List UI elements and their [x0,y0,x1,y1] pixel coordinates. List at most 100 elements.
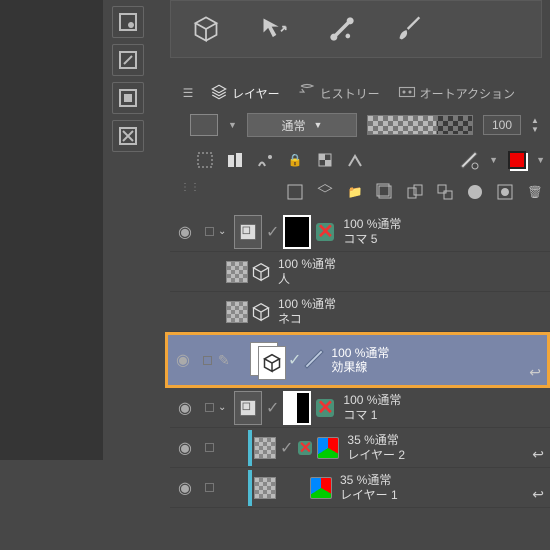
tab-autoaction-label: オートアクション [420,85,515,102]
layer-row-selected[interactable]: ◉ ✎ ✓ 100 %通常 効果線 ↩ [165,332,550,388]
layer-row[interactable]: 100 %通常 ネコ [170,292,550,332]
lock-checkbox[interactable] [205,227,214,236]
layer-thumb [226,301,248,323]
rgb-thumb-icon [317,437,339,459]
check-icon: ✓ [278,438,295,458]
layer-row[interactable]: 100 %通常 人 [170,252,550,292]
layer-opacity-mode: 35 %通常 [340,473,398,487]
cube-icon [250,301,272,323]
visibility-toggle[interactable]: ◉ [170,222,200,242]
ruler-icon[interactable] [459,150,479,170]
lock-checkbox[interactable] [203,356,212,365]
disabled-x-icon: ✕ [313,396,337,420]
new-raster-icon[interactable] [285,182,305,202]
apply-mask-icon[interactable] [495,182,515,202]
tab-history[interactable]: ヒストリー [292,81,386,106]
visibility-toggle[interactable]: ◉ [168,350,198,370]
panel-icon-2[interactable] [112,44,144,76]
opacity-value[interactable]: 100 [483,115,521,135]
row-handle[interactable]: ⋮⋮ [180,182,192,202]
lock-checkbox[interactable] [205,403,214,412]
trash-icon[interactable]: 🗑 [525,182,545,202]
ruler-layer-icon [303,348,325,373]
layer-opacity-mode: 100 %通常 [278,257,336,271]
opacity-slider[interactable] [367,115,473,135]
mask-thumb [283,215,311,249]
reference-icon[interactable] [255,150,275,170]
lock-trans-icon[interactable] [315,150,335,170]
bone-tool-icon[interactable] [323,14,361,44]
visibility-toggle[interactable]: ◉ [170,398,200,418]
panel-icon-4[interactable] [112,120,144,152]
layer-opacity-mode: 100 %通常 [278,297,336,311]
lock-icon[interactable]: 🔒 [285,150,305,170]
layer-thumb [254,437,276,459]
panel-icon-1[interactable] [112,6,144,38]
tab-history-label: ヒストリー [320,85,380,102]
canvas-area [0,0,103,460]
layer-opacity-mode: 100 %通常 [343,217,401,231]
panel-menu-icon[interactable]: ☰ [178,83,198,103]
layer-name: 人 [278,272,336,286]
cube-tool-icon[interactable] [187,14,225,44]
side-icon-column [112,0,152,158]
layer-row-folder[interactable]: ◉ ⌄ ✓ ✕ 100 %通常 コマ 5 [170,212,550,252]
chevron-down-icon[interactable]: ▼ [228,120,237,130]
lock-checkbox[interactable] [205,483,214,492]
folder-thumb [234,215,262,249]
layer-color-swatch[interactable] [508,151,526,169]
opacity-stepper[interactable]: ▲▼ [531,115,545,135]
autoaction-icon [398,83,416,104]
ruler-return-icon[interactable]: ↩ [532,446,544,463]
check-icon: ✓ [286,350,303,370]
tab-layer[interactable]: レイヤー [204,81,286,106]
tab-autoaction[interactable]: オートアクション [392,81,521,106]
expand-toggle[interactable]: ⌄ [218,226,232,237]
layer-name: コマ 1 [343,408,401,422]
merge-icon[interactable] [435,182,455,202]
rgb-thumb-icon [310,477,332,499]
draft-pencil-icon: ✎ [218,352,234,369]
panel-tabs: ☰ レイヤー ヒストリー オートアクション [178,80,550,106]
disabled-x-icon: ✕ [313,220,337,244]
layer-opacity-mode: 100 %通常 [331,346,389,360]
move-arrow-icon[interactable] [255,14,293,44]
layer-name: レイヤー 2 [347,448,405,462]
layer-name: レイヤー 1 [340,488,398,502]
transfer-icon[interactable] [405,182,425,202]
layer-row-folder[interactable]: ◉ ⌄ ✓ ✕ 100 %通常 コマ 1 [170,388,550,428]
blend-mode-select[interactable]: 通常 ▼ [247,113,357,137]
visibility-toggle[interactable]: ◉ [170,438,200,458]
chevron-down-icon[interactable]: ▼ [536,155,545,165]
disabled-x-icon: ✕ [295,438,315,458]
lock-px-icon[interactable] [345,150,365,170]
layer-color-bar [248,430,252,466]
new-folder-icon[interactable]: 📁 [345,182,365,202]
brush-tool-icon[interactable] [391,14,429,44]
ruler-return-icon[interactable]: ↩ [532,486,544,503]
expand-toggle[interactable]: ⌄ [218,402,232,413]
new-vector-icon[interactable] [315,182,335,202]
lock-checkbox[interactable] [205,443,214,452]
visibility-toggle[interactable]: ◉ [170,478,200,498]
new-frame-icon[interactable] [375,182,395,202]
layer-name: コマ 5 [343,232,401,246]
ruler-return-icon[interactable]: ↩ [529,364,541,381]
layer-thumb [226,261,248,283]
layer-swatch[interactable] [190,114,218,136]
layer-action-row: 📁 🗑 [195,178,545,206]
clip-mask-icon[interactable] [225,150,245,170]
panel-icon-3[interactable] [112,82,144,114]
layer-row[interactable]: ◉ ✓ ✕ 35 %通常 レイヤー 2 ↩ [170,428,550,468]
layer-list: ◉ ⌄ ✓ ✕ 100 %通常 コマ 5 100 %通常 人 100 %通常 ネ… [170,212,550,508]
selection-icon[interactable] [195,150,215,170]
check-icon: ✓ [264,398,281,418]
layer-thumb [254,477,276,499]
chevron-down-icon[interactable]: ▼ [489,155,498,165]
layer-name: 効果線 [331,360,389,374]
stacked-thumb [248,342,286,378]
layer-opacity-mode: 100 %通常 [343,393,401,407]
mask-icon[interactable] [465,182,485,202]
layer-row[interactable]: ◉ 35 %通常 レイヤー 1 ↩ [170,468,550,508]
blend-row: ▼ 通常 ▼ 100 ▲▼ [190,110,545,140]
